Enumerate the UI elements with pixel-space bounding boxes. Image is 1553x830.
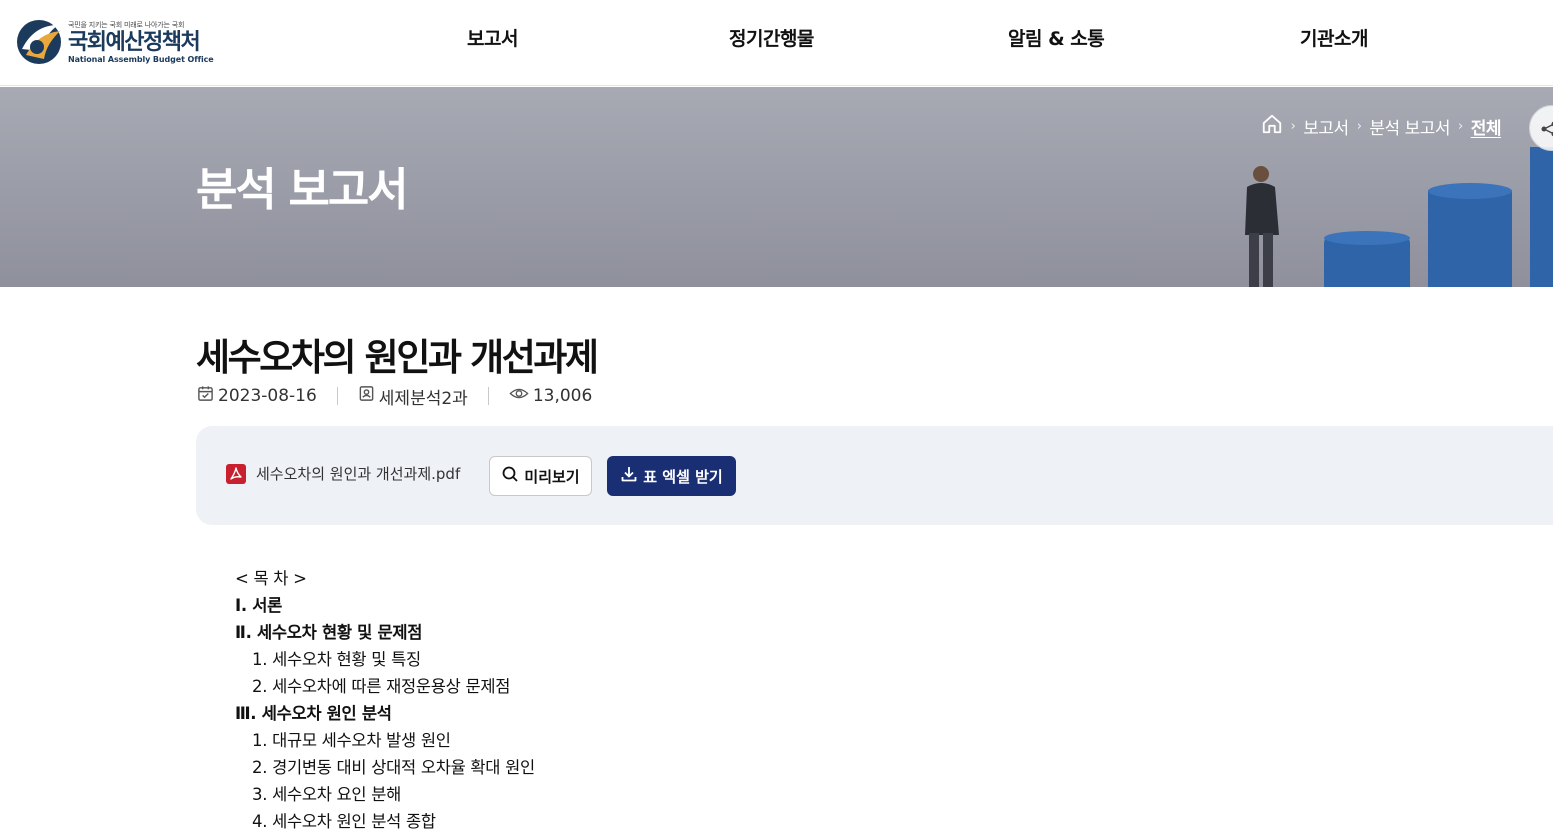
meta-views-value: 13,006 [532,386,593,406]
meta-date: 2023-08-16 [197,385,317,407]
attachment-box: 세수오차의 원인과 개선과제.pdf 미리보기 표 엑셀 받기 [196,426,1553,525]
search-icon [501,465,524,487]
attachment-file[interactable]: 세수오차의 원인과 개선과제.pdf [226,463,460,484]
toc-item: 2. 세수오차에 따른 재정운용상 문제점 [252,677,511,696]
figure-icon [1237,165,1287,287]
meta-department-value: 세제분석2과 [378,388,468,409]
pdf-icon [226,463,246,484]
calendar-icon [197,385,218,407]
attachment-file-name: 세수오차의 원인과 개선과제.pdf [256,465,461,483]
preview-button[interactable]: 미리보기 [489,456,592,496]
site-header: 국민을 지키는 국회 미래로 나아가는 국회 국회예산정책처 National … [0,0,1553,86]
toc-item: 3. 세수오차 요인 분해 [252,785,402,804]
table-of-contents: < 목 차 > Ⅰ. 서론 Ⅱ. 세수오차 현황 및 문제점 1. 세수오차 현… [235,565,535,830]
main-nav: 보고서 정기간행물 알림 & 소통 기관소개 [0,24,1553,54]
breadcrumb-separator: › [1290,119,1296,134]
share-button[interactable] [1529,105,1553,151]
preview-button-label: 미리보기 [524,467,580,486]
page-title: 분석 보고서 [196,163,409,216]
logo-english-name: National Assembly Budget Office [68,55,214,64]
share-icon [1540,120,1553,142]
breadcrumb-separator: › [1356,119,1362,134]
eye-icon [509,385,533,407]
home-icon[interactable] [1261,113,1283,140]
toc-item: 1. 세수오차 현황 및 특징 [252,650,421,669]
toc-item: Ⅲ. 세수오차 원인 분석 [235,704,392,723]
breadcrumb-item-analysis-reports[interactable]: 분석 보고서 [1369,114,1450,139]
page-banner: 분석 보고서 › 보고서 › 분석 보고서 › 전체 [0,87,1553,287]
nav-item-reports[interactable]: 보고서 [467,24,518,51]
meta-divider [336,387,338,405]
meta-date-value: 2023-08-16 [218,386,317,406]
meta-department: 세제분석2과 [358,384,468,409]
toc-heading: < 목 차 > [235,569,307,588]
department-icon [358,385,379,407]
download-icon [620,465,643,487]
nav-item-periodicals[interactable]: 정기간행물 [729,24,814,51]
breadcrumb-current[interactable]: 전체 [1471,114,1502,139]
nav-item-about[interactable]: 기관소개 [1300,24,1368,51]
article-title: 세수오차의 원인과 개선과제 [196,336,599,379]
breadcrumb: › 보고서 › 분석 보고서 › 전체 [1261,113,1502,140]
toc-item: 4. 세수오차 원인 분석 종합 [252,812,436,830]
toc-item: Ⅰ. 서론 [235,596,283,615]
excel-download-label: 표 엑셀 받기 [643,467,723,486]
toc-item: 2. 경기변동 대비 상대적 오차율 확대 원인 [252,758,535,777]
meta-divider [487,387,489,405]
toc-item: 1. 대규모 세수오차 발생 원인 [252,731,451,750]
meta-views: 13,006 [509,385,592,407]
breadcrumb-item-reports[interactable]: 보고서 [1303,114,1349,139]
article-meta: 2023-08-16 세제분석2과 13,006 [197,384,592,409]
toc-item: Ⅱ. 세수오차 현황 및 문제점 [235,623,423,642]
nav-item-news[interactable]: 알림 & 소통 [1008,24,1105,51]
excel-download-button[interactable]: 표 엑셀 받기 [607,456,736,496]
breadcrumb-separator: › [1458,119,1463,134]
